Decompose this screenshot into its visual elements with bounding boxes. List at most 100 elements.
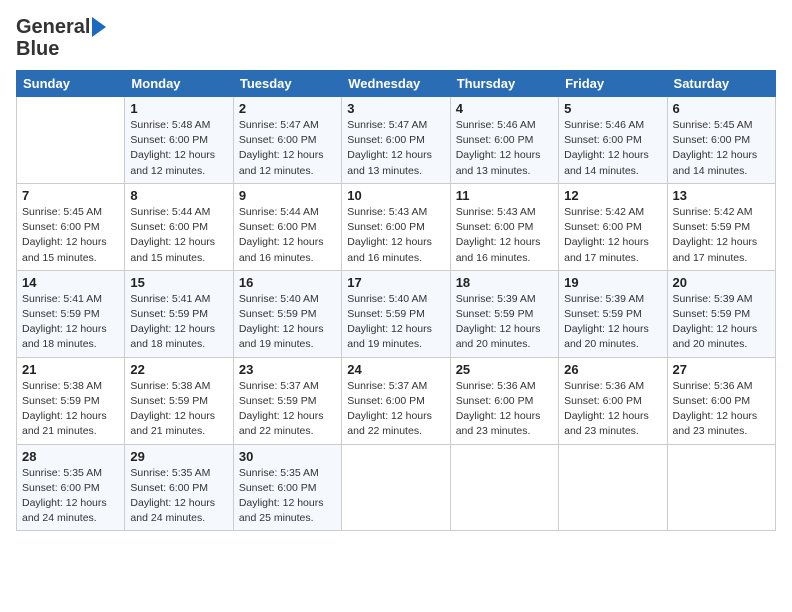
calendar-cell: 26 Sunrise: 5:36 AM Sunset: 6:00 PM Dayli…	[559, 357, 667, 444]
header-day: Sunday	[17, 71, 125, 97]
day-info: Sunrise: 5:46 AM Sunset: 6:00 PM Dayligh…	[456, 118, 553, 179]
day-info: Sunrise: 5:38 AM Sunset: 5:59 PM Dayligh…	[130, 379, 227, 440]
calendar-cell: 3 Sunrise: 5:47 AM Sunset: 6:00 PM Daylig…	[342, 97, 450, 184]
day-info: Sunrise: 5:38 AM Sunset: 5:59 PM Dayligh…	[22, 379, 119, 440]
calendar-cell: 25 Sunrise: 5:36 AM Sunset: 6:00 PM Dayli…	[450, 357, 558, 444]
day-number: 20	[673, 275, 770, 290]
day-number: 15	[130, 275, 227, 290]
calendar-cell: 1 Sunrise: 5:48 AM Sunset: 6:00 PM Daylig…	[125, 97, 233, 184]
calendar-cell	[559, 444, 667, 531]
day-info: Sunrise: 5:36 AM Sunset: 6:00 PM Dayligh…	[456, 379, 553, 440]
day-number: 23	[239, 362, 336, 377]
day-number: 27	[673, 362, 770, 377]
day-info: Sunrise: 5:36 AM Sunset: 6:00 PM Dayligh…	[564, 379, 661, 440]
calendar-cell: 14 Sunrise: 5:41 AM Sunset: 5:59 PM Dayli…	[17, 270, 125, 357]
calendar-cell: 19 Sunrise: 5:39 AM Sunset: 5:59 PM Dayli…	[559, 270, 667, 357]
day-info: Sunrise: 5:35 AM Sunset: 6:00 PM Dayligh…	[130, 466, 227, 527]
day-number: 6	[673, 101, 770, 116]
calendar-cell: 18Sunrise: 5:39 AM Sunset: 5:59 PM Dayli…	[450, 270, 558, 357]
calendar-cell: 21 Sunrise: 5:38 AM Sunset: 5:59 PM Dayli…	[17, 357, 125, 444]
day-info: Sunrise: 5:40 AM Sunset: 5:59 PM Dayligh…	[347, 292, 444, 353]
calendar-cell: 5 Sunrise: 5:46 AM Sunset: 6:00 PM Daylig…	[559, 97, 667, 184]
header-day: Wednesday	[342, 71, 450, 97]
calendar-cell	[667, 444, 775, 531]
calendar-cell: 24Sunrise: 5:37 AM Sunset: 6:00 PM Dayli…	[342, 357, 450, 444]
day-info: Sunrise: 5:48 AM Sunset: 6:00 PM Dayligh…	[130, 118, 227, 179]
header-day: Thursday	[450, 71, 558, 97]
day-number: 11	[456, 188, 553, 203]
day-info: Sunrise: 5:39 AM Sunset: 5:59 PM Dayligh…	[456, 292, 553, 353]
calendar-cell: 9 Sunrise: 5:44 AM Sunset: 6:00 PM Daylig…	[233, 183, 341, 270]
day-number: 2	[239, 101, 336, 116]
header-day: Monday	[125, 71, 233, 97]
day-number: 10	[347, 188, 444, 203]
calendar-cell: 17 Sunrise: 5:40 AM Sunset: 5:59 PM Dayli…	[342, 270, 450, 357]
calendar-week-row: 28 Sunrise: 5:35 AM Sunset: 6:00 PM Dayli…	[17, 444, 776, 531]
day-info: Sunrise: 5:36 AM Sunset: 6:00 PM Dayligh…	[673, 379, 770, 440]
calendar-cell: 27 Sunrise: 5:36 AM Sunset: 6:00 PM Dayli…	[667, 357, 775, 444]
calendar-cell: 8 Sunrise: 5:44 AM Sunset: 6:00 PM Daylig…	[125, 183, 233, 270]
day-info: Sunrise: 5:35 AM Sunset: 6:00 PM Dayligh…	[22, 466, 119, 527]
day-info: Sunrise: 5:45 AM Sunset: 6:00 PM Dayligh…	[22, 205, 119, 266]
day-number: 26	[564, 362, 661, 377]
day-number: 16	[239, 275, 336, 290]
day-number: 29	[130, 449, 227, 464]
day-info: Sunrise: 5:37 AM Sunset: 6:00 PM Dayligh…	[347, 379, 444, 440]
day-info: Sunrise: 5:43 AM Sunset: 6:00 PM Dayligh…	[456, 205, 553, 266]
day-info: Sunrise: 5:37 AM Sunset: 5:59 PM Dayligh…	[239, 379, 336, 440]
day-info: Sunrise: 5:47 AM Sunset: 6:00 PM Dayligh…	[347, 118, 444, 179]
day-info: Sunrise: 5:46 AM Sunset: 6:00 PM Dayligh…	[564, 118, 661, 179]
day-number: 3	[347, 101, 444, 116]
calendar-cell: 12Sunrise: 5:42 AM Sunset: 6:00 PM Dayli…	[559, 183, 667, 270]
day-number: 7	[22, 188, 119, 203]
day-info: Sunrise: 5:44 AM Sunset: 6:00 PM Dayligh…	[130, 205, 227, 266]
day-number: 12	[564, 188, 661, 203]
header-day: Tuesday	[233, 71, 341, 97]
calendar-cell: 2 Sunrise: 5:47 AM Sunset: 6:00 PM Daylig…	[233, 97, 341, 184]
calendar-header: SundayMondayTuesdayWednesdayThursdayFrid…	[17, 71, 776, 97]
day-number: 9	[239, 188, 336, 203]
calendar-cell	[17, 97, 125, 184]
calendar-cell: 20 Sunrise: 5:39 AM Sunset: 5:59 PM Dayli…	[667, 270, 775, 357]
calendar-cell: 15Sunrise: 5:41 AM Sunset: 5:59 PM Dayli…	[125, 270, 233, 357]
calendar-cell: 16 Sunrise: 5:40 AM Sunset: 5:59 PM Dayli…	[233, 270, 341, 357]
day-number: 17	[347, 275, 444, 290]
day-info: Sunrise: 5:39 AM Sunset: 5:59 PM Dayligh…	[673, 292, 770, 353]
logo: General Blue	[16, 16, 106, 60]
day-info: Sunrise: 5:41 AM Sunset: 5:59 PM Dayligh…	[22, 292, 119, 353]
header-day: Friday	[559, 71, 667, 97]
day-number: 5	[564, 101, 661, 116]
calendar-table: SundayMondayTuesdayWednesdayThursdayFrid…	[16, 70, 776, 531]
calendar-week-row: 7 Sunrise: 5:45 AM Sunset: 6:00 PM Daylig…	[17, 183, 776, 270]
calendar-cell	[450, 444, 558, 531]
day-info: Sunrise: 5:39 AM Sunset: 5:59 PM Dayligh…	[564, 292, 661, 353]
header-day: Saturday	[667, 71, 775, 97]
calendar-week-row: 1 Sunrise: 5:48 AM Sunset: 6:00 PM Daylig…	[17, 97, 776, 184]
calendar-cell: 4Sunrise: 5:46 AM Sunset: 6:00 PM Daylig…	[450, 97, 558, 184]
day-info: Sunrise: 5:35 AM Sunset: 6:00 PM Dayligh…	[239, 466, 336, 527]
day-number: 21	[22, 362, 119, 377]
logo-arrow-icon	[92, 17, 106, 37]
day-info: Sunrise: 5:45 AM Sunset: 6:00 PM Dayligh…	[673, 118, 770, 179]
day-info: Sunrise: 5:47 AM Sunset: 6:00 PM Dayligh…	[239, 118, 336, 179]
calendar-cell: 13Sunrise: 5:42 AM Sunset: 5:59 PM Dayli…	[667, 183, 775, 270]
day-number: 28	[22, 449, 119, 464]
day-number: 1	[130, 101, 227, 116]
calendar-cell: 29 Sunrise: 5:35 AM Sunset: 6:00 PM Dayli…	[125, 444, 233, 531]
day-number: 22	[130, 362, 227, 377]
calendar-body: 1 Sunrise: 5:48 AM Sunset: 6:00 PM Daylig…	[17, 97, 776, 531]
calendar-cell: 6 Sunrise: 5:45 AM Sunset: 6:00 PM Daylig…	[667, 97, 775, 184]
calendar-cell: 7 Sunrise: 5:45 AM Sunset: 6:00 PM Daylig…	[17, 183, 125, 270]
day-number: 14	[22, 275, 119, 290]
day-number: 25	[456, 362, 553, 377]
calendar-cell: 30Sunrise: 5:35 AM Sunset: 6:00 PM Dayli…	[233, 444, 341, 531]
logo-text-general: General	[16, 16, 90, 38]
day-info: Sunrise: 5:44 AM Sunset: 6:00 PM Dayligh…	[239, 205, 336, 266]
day-number: 8	[130, 188, 227, 203]
calendar-cell: 23 Sunrise: 5:37 AM Sunset: 5:59 PM Dayli…	[233, 357, 341, 444]
day-info: Sunrise: 5:40 AM Sunset: 5:59 PM Dayligh…	[239, 292, 336, 353]
calendar-week-row: 21 Sunrise: 5:38 AM Sunset: 5:59 PM Dayli…	[17, 357, 776, 444]
day-number: 19	[564, 275, 661, 290]
calendar-cell: 28 Sunrise: 5:35 AM Sunset: 6:00 PM Dayli…	[17, 444, 125, 531]
day-number: 13	[673, 188, 770, 203]
